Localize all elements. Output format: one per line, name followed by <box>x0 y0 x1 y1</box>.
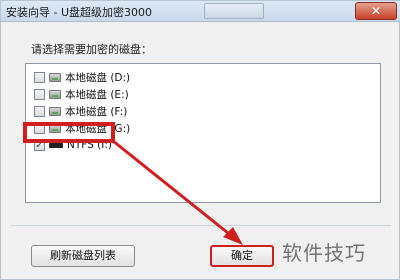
title-bar: 安装向导 - U盘超级加密3000 ✕ <box>1 1 400 22</box>
hard-drive-icon <box>49 72 61 82</box>
disk-item-d[interactable]: 本地磁盘 (D:) <box>34 69 130 85</box>
disk-item-f[interactable]: 本地磁盘 (F:) <box>34 103 127 119</box>
installer-dialog: 安装向导 - U盘超级加密3000 ✕ 请选择需要加密的磁盘： 本地磁盘 (D:… <box>0 0 400 280</box>
close-button[interactable]: ✕ <box>355 2 397 20</box>
disk-item-e[interactable]: 本地磁盘 (E:) <box>34 86 129 102</box>
title-bar-control[interactable] <box>204 3 264 19</box>
disk-label: 本地磁盘 (E:) <box>65 88 129 101</box>
window-title: 安装向导 - U盘超级加密3000 <box>6 6 153 19</box>
select-disk-prompt: 请选择需要加密的磁盘： <box>31 43 152 56</box>
selected-disk-highlight-box <box>23 122 115 143</box>
watermark: 软件技巧 <box>282 241 366 265</box>
hard-drive-icon <box>49 106 61 116</box>
hard-drive-icon <box>49 89 61 99</box>
disk-checkbox[interactable] <box>34 71 45 83</box>
ok-button[interactable]: 确定 <box>210 245 274 267</box>
disk-checkbox[interactable] <box>34 105 45 117</box>
refresh-disk-list-button[interactable]: 刷新磁盘列表 <box>31 245 135 267</box>
disk-label: 本地磁盘 (F:) <box>65 105 128 118</box>
disk-checkbox[interactable] <box>34 88 45 100</box>
usb-drive-icon <box>49 142 63 148</box>
disk-label: 本地磁盘 (D:) <box>65 71 131 84</box>
divider <box>11 225 391 226</box>
